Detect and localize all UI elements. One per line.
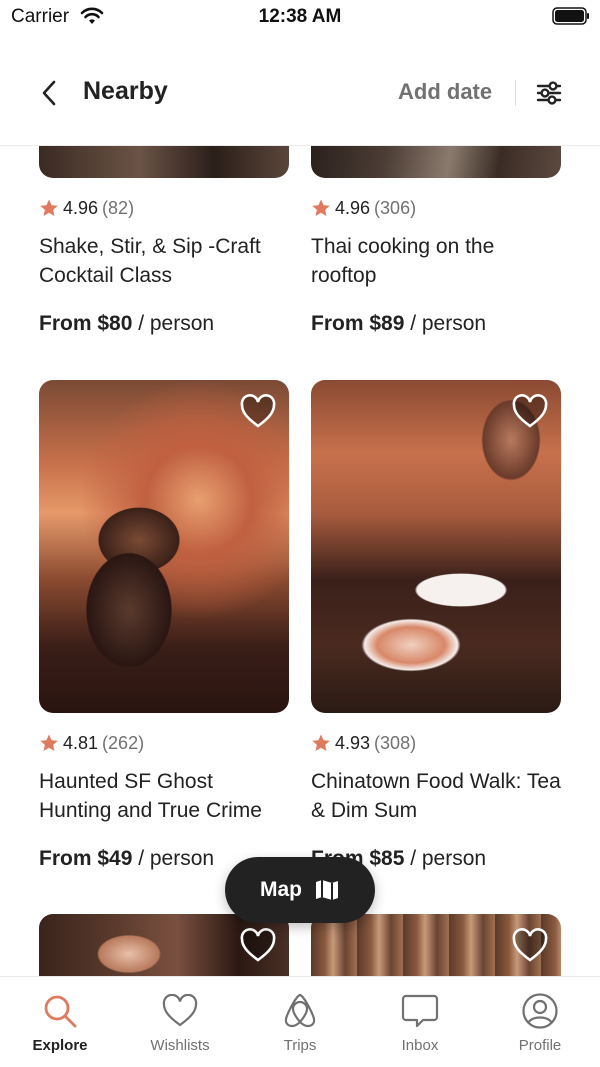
rating: 4.93 (308): [311, 733, 561, 753]
heart-icon[interactable]: [511, 394, 549, 430]
star-icon: [312, 734, 330, 751]
tab-label: Trips: [283, 1037, 317, 1054]
experience-photo[interactable]: [39, 914, 289, 976]
experience-card[interactable]: [311, 914, 561, 976]
price-amount: From $49: [39, 847, 133, 870]
tab-trips[interactable]: Trips: [240, 977, 360, 1067]
tab-inbox[interactable]: Inbox: [360, 977, 480, 1067]
heart-icon[interactable]: [239, 394, 277, 430]
experience-title: Chinatown Food Walk: Tea & Dim Sum: [311, 770, 561, 822]
filter-icon[interactable]: [534, 78, 564, 108]
rating: 4.81 (262): [39, 733, 289, 753]
status-bar: Carrier 12:38 AM: [0, 0, 600, 34]
rating-value: 4.96: [63, 197, 99, 218]
experience-card[interactable]: 4.81 (262) Haunted SF Ghost Hunting and …: [39, 380, 289, 871]
tab-label: Inbox: [401, 1037, 439, 1054]
tab-label: Profile: [518, 1037, 562, 1054]
tab-profile[interactable]: Profile: [480, 977, 600, 1067]
experience-card[interactable]: 4.93 (308) Chinatown Food Walk: Tea & Di…: [311, 380, 561, 871]
user-icon: [520, 991, 560, 1031]
tab-explore[interactable]: Explore: [0, 977, 120, 1067]
rating-value: 4.93: [335, 732, 371, 753]
price-unit: / person: [132, 312, 215, 335]
review-count: (262): [102, 732, 145, 753]
price-amount: From $80: [39, 312, 133, 335]
star-icon: [40, 734, 58, 751]
review-count: (306): [374, 197, 417, 218]
price-unit: / person: [132, 847, 215, 870]
map-button[interactable]: Map: [225, 857, 375, 923]
page-title: Nearby: [83, 77, 168, 105]
star-icon: [312, 199, 330, 216]
price-unit: / person: [404, 312, 487, 335]
bottom-tab-bar: Explore Wishlists Trips Inbox Profile: [0, 976, 600, 1067]
experience-photo[interactable]: [39, 380, 289, 713]
rating-value: 4.96: [335, 197, 371, 218]
tab-label: Wishlists: [150, 1037, 210, 1054]
search-icon: [40, 991, 80, 1031]
experience-card[interactable]: 4.96 (306) Thai cooking on the rooftop F…: [311, 146, 561, 336]
heart-icon[interactable]: [239, 928, 277, 964]
rating: 4.96 (306): [311, 198, 561, 218]
tab-wishlists[interactable]: Wishlists: [120, 977, 240, 1067]
tab-label: Explore: [32, 1037, 88, 1054]
price-amount: From $89: [311, 312, 405, 335]
chevron-left-icon: [42, 80, 56, 106]
experience-photo[interactable]: [311, 146, 561, 178]
experience-grid: 4.96 (82) Shake, Stir, & Sip -Craft Cock…: [0, 146, 600, 976]
map-icon: [316, 880, 338, 900]
rating-value: 4.81: [63, 732, 99, 753]
heart-icon[interactable]: [511, 928, 549, 964]
review-count: (308): [374, 732, 417, 753]
top-header: Nearby Add date: [0, 60, 600, 126]
experience-card[interactable]: [39, 914, 289, 976]
battery-icon: [552, 7, 589, 25]
airbnb-logo-icon: [280, 991, 320, 1031]
experience-photo[interactable]: [311, 380, 561, 713]
experience-card[interactable]: 4.96 (82) Shake, Stir, & Sip -Craft Cock…: [39, 146, 289, 336]
experience-title: Haunted SF Ghost Hunting and True Crime: [39, 770, 262, 822]
add-date-button[interactable]: Add date: [398, 79, 492, 105]
experience-photo[interactable]: [311, 914, 561, 976]
clock: 12:38 AM: [258, 6, 342, 27]
experience-title: Thai cooking on the rooftop: [311, 235, 495, 287]
star-icon: [40, 199, 58, 216]
price: From $89 / person: [311, 312, 561, 336]
message-icon: [400, 991, 440, 1031]
back-button[interactable]: [34, 78, 64, 108]
price-unit: / person: [404, 847, 487, 870]
header-divider: [515, 80, 516, 106]
experience-title: Shake, Stir, & Sip -Craft Cocktail Class: [39, 235, 261, 287]
experience-photo[interactable]: [39, 146, 289, 178]
heart-icon: [160, 991, 200, 1031]
review-count: (82): [102, 197, 135, 218]
rating: 4.96 (82): [39, 198, 289, 218]
price: From $80 / person: [39, 312, 289, 336]
map-button-label: Map: [260, 878, 302, 901]
